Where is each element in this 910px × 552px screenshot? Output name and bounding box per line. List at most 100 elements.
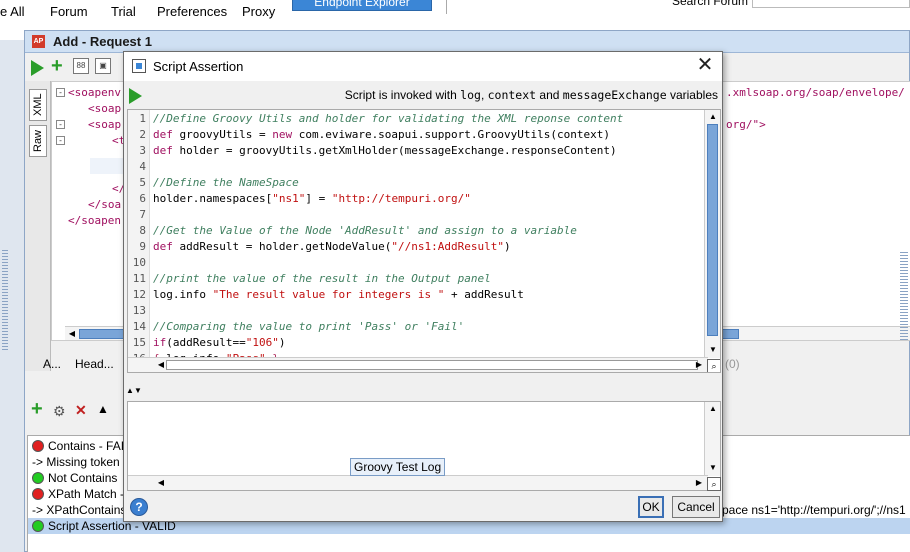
scrollbar-thumb[interactable]	[166, 360, 698, 370]
gear-icon[interactable]: ⚙	[53, 403, 69, 419]
line-number: 8	[139, 224, 146, 237]
line-number: 5	[139, 176, 146, 189]
run-script-button[interactable]	[129, 88, 142, 104]
xml-line: <soap	[88, 102, 122, 115]
ok-button[interactable]: OK	[638, 496, 664, 518]
script-assertion-dialog: Script Assertion ✕ Script is invoked wit…	[123, 51, 723, 522]
tab-assertions[interactable]: A...	[43, 357, 61, 371]
code-line: log.info "The result value for integers …	[153, 288, 524, 301]
dialog-splitter[interactable]: ▲ ▼	[124, 386, 722, 400]
info-var-context: context	[487, 88, 537, 102]
line-number: 10	[132, 256, 146, 269]
groovy-test-log-tab[interactable]: Groovy Test Log	[350, 458, 446, 476]
find-icon[interactable]: ⌕	[707, 359, 720, 372]
xpath-expression-text: pace ns1='http://tempuri.org/';//ns1	[722, 503, 906, 517]
xml-line: </soapen	[68, 214, 121, 227]
line-number: 2	[139, 128, 146, 141]
xml-line: </soa	[88, 198, 122, 211]
tab-raw[interactable]: Raw	[29, 125, 47, 157]
script-horizontal-scrollbar[interactable]: ◀ ▶	[128, 357, 708, 372]
code-line: if(addResult=="106")	[153, 336, 286, 349]
scroll-down-icon[interactable]: ▼	[706, 344, 720, 356]
run-button[interactable]	[31, 60, 47, 76]
scroll-left-icon[interactable]: ◀	[154, 477, 168, 489]
code-line: def groovyUtils = new com.eviware.soapui…	[153, 128, 610, 141]
menu-item-forum[interactable]: Forum	[50, 4, 88, 19]
format-icon[interactable]: 88	[73, 58, 89, 74]
line-number: 3	[139, 144, 146, 157]
info-text: ,	[480, 88, 488, 102]
code-line: //Get the Value of the Node 'AddResult' …	[153, 224, 577, 237]
log-horizontal-scrollbar[interactable]: ◀ ▶	[128, 475, 708, 490]
cancel-button[interactable]: Cancel	[672, 496, 720, 518]
find-icon[interactable]: ⌕	[707, 477, 721, 491]
status-pass-icon	[32, 520, 44, 532]
window-icon	[132, 59, 146, 73]
add-assertion-button[interactable]: +	[51, 56, 67, 76]
script-vertical-scrollbar[interactable]: ▲ ▼	[704, 110, 720, 358]
line-number: 7	[139, 208, 146, 221]
assertion-label: XPath Match -	[48, 487, 125, 501]
add-assertion-icon[interactable]: +	[31, 399, 47, 419]
assertion-count: (0)	[725, 357, 740, 371]
fold-toggle-icon[interactable]: -	[56, 88, 65, 97]
splitter-grip-icon[interactable]	[2, 250, 8, 350]
script-variables-info: Script is invoked with log, context and …	[345, 88, 718, 102]
scroll-down-icon[interactable]: ▼	[706, 462, 720, 474]
window-icon[interactable]: ▣	[95, 58, 111, 74]
line-number: 13	[132, 304, 146, 317]
move-up-icon[interactable]: ▲	[97, 402, 113, 418]
endpoint-explorer-button[interactable]: Endpoint Explorer	[292, 0, 432, 11]
search-forum-input[interactable]	[752, 0, 910, 8]
scroll-right-icon[interactable]: ▶	[692, 359, 706, 371]
fold-toggle-icon[interactable]: -	[56, 120, 65, 129]
menu-item-all[interactable]: e All	[0, 4, 25, 19]
dialog-title: Script Assertion	[153, 59, 244, 74]
groovy-script-editor[interactable]: 1234567891011121314151617 //Define Groov…	[127, 109, 721, 373]
menu-item-trial[interactable]: Trial	[111, 4, 136, 19]
assertion-label: Contains - FAI	[48, 439, 125, 453]
groovy-log-area[interactable]: ▲ ▼ ◀ ▶ ⌕	[127, 401, 721, 491]
close-button[interactable]: ✕	[694, 55, 716, 77]
toolbar-divider	[446, 0, 447, 14]
request-icon: AP	[32, 35, 45, 48]
scroll-up-icon[interactable]: ▲	[706, 403, 720, 415]
xml-namespace-text: org/">	[726, 118, 766, 131]
code-line: //Comparing the value to print 'Pass' or…	[153, 320, 465, 333]
code-line: holder.namespaces["ns1"] = "http://tempu…	[153, 192, 471, 205]
fold-toggle-icon[interactable]: -	[56, 136, 65, 145]
line-number: 14	[132, 320, 146, 333]
scroll-left-icon[interactable]: ◀	[65, 328, 79, 340]
scroll-right-icon[interactable]: ▶	[692, 477, 706, 489]
expand-up-icon[interactable]: ▲	[126, 386, 134, 395]
log-vertical-scrollbar[interactable]: ▲ ▼	[704, 402, 720, 476]
view-tabs-strip: XML Raw	[25, 81, 51, 371]
code-line: //print the value of the result in the O…	[153, 272, 491, 285]
menu-item-preferences[interactable]: Preferences	[157, 4, 227, 19]
collapse-down-icon[interactable]: ▼	[134, 386, 142, 395]
navigator-edge	[0, 40, 24, 552]
tab-xml[interactable]: XML	[29, 89, 47, 121]
delete-icon[interactable]: ✕	[75, 402, 91, 418]
line-number-gutter: 1234567891011121314151617	[128, 110, 150, 372]
menu-bar: e All Forum Trial Preferences Proxy Endp…	[0, 0, 910, 26]
info-var-messageexchange: messageExchange	[562, 88, 667, 102]
request-editor-title: Add - Request 1	[53, 34, 152, 49]
scrollbar-thumb[interactable]	[707, 124, 718, 336]
code-line: //Define the NameSpace	[153, 176, 299, 189]
code-line: //Define Groovy Utils and holder for val…	[153, 112, 624, 125]
line-number: 4	[139, 160, 146, 173]
menu-item-proxy[interactable]: Proxy	[242, 4, 275, 19]
line-number: 9	[139, 240, 146, 253]
splitter-grip-icon[interactable]	[900, 250, 908, 340]
scroll-up-icon[interactable]: ▲	[706, 111, 720, 123]
status-fail-icon	[32, 488, 44, 500]
help-button[interactable]: ?	[130, 498, 148, 516]
dialog-titlebar: Script Assertion ✕	[124, 52, 722, 81]
assertion-label: -> XPathContains	[32, 503, 127, 517]
status-pass-icon	[32, 472, 44, 484]
xml-line: <soapenv	[68, 86, 121, 99]
assertion-label: Not Contains	[48, 471, 118, 485]
line-number: 6	[139, 192, 146, 205]
tab-headers[interactable]: Head...	[75, 357, 114, 371]
